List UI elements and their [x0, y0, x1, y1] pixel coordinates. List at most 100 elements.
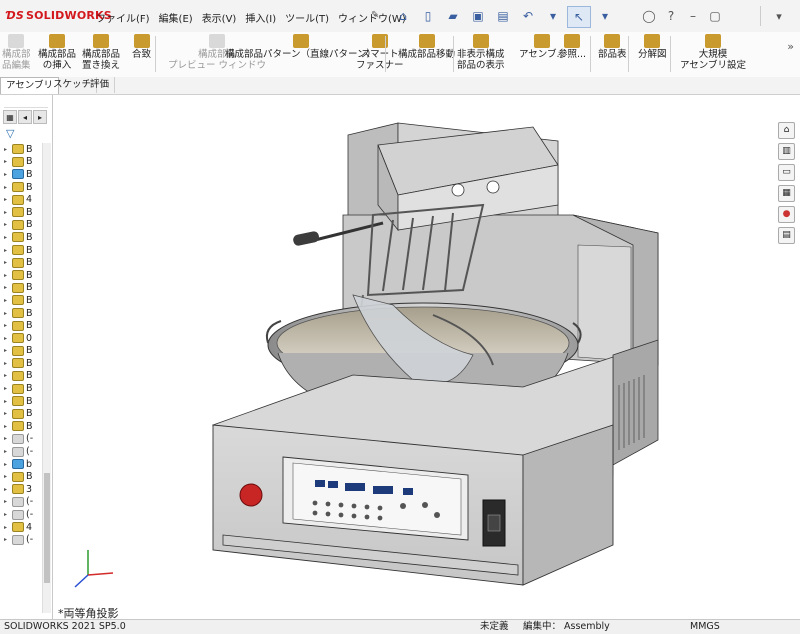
search-dropdown-icon[interactable]: ▾ — [760, 6, 797, 26]
expand-arrow-icon[interactable]: ▸ — [4, 158, 10, 165]
view-palette-icon[interactable]: ▦ — [778, 185, 795, 202]
cooking-machine-model[interactable] — [53, 95, 775, 619]
tree-row[interactable]: ▸ B — [4, 244, 40, 257]
select-icon[interactable]: ↖ — [567, 6, 591, 28]
ribbon-button[interactable]: 非表示構成 部品の表示 — [457, 32, 505, 77]
expand-arrow-icon[interactable]: ▸ — [4, 184, 10, 191]
ribbon-button[interactable]: 構成部品パターン（直線パターン） — [225, 32, 376, 77]
tree-row[interactable]: ▸ B — [4, 470, 40, 483]
tree-row[interactable]: ▸ (- — [4, 445, 40, 458]
restore-icon[interactable]: ▢ — [706, 7, 724, 25]
tree-row[interactable]: ▸ (- — [4, 533, 40, 546]
menu-item[interactable]: 編集(E) — [159, 10, 193, 25]
ribbon-button[interactable]: 部品表 — [598, 32, 627, 77]
tree-row[interactable]: ▸ (- — [4, 433, 40, 446]
undo-icon[interactable]: ↶ — [517, 6, 539, 26]
expand-arrow-icon[interactable]: ▸ — [4, 385, 10, 392]
user-icon[interactable]: ◯ — [640, 7, 658, 25]
tree-row[interactable]: ▸ B — [4, 294, 40, 307]
filter-icon[interactable]: ▽ — [6, 127, 14, 140]
redo-icon[interactable]: ▾ — [542, 6, 564, 26]
ribbon-button[interactable]: 合致 — [132, 32, 151, 77]
help-circle-icon[interactable]: ? — [662, 7, 680, 25]
expand-arrow-icon[interactable]: ▸ — [4, 209, 10, 216]
tree-row[interactable]: ▸ B — [4, 168, 40, 181]
home-icon[interactable]: ⌂ — [392, 6, 414, 26]
tree-row[interactable]: ▸ B — [4, 345, 40, 358]
expand-arrow-icon[interactable]: ▸ — [4, 448, 10, 455]
panel-next-icon[interactable]: ▸ — [33, 110, 47, 124]
expand-arrow-icon[interactable]: ▸ — [4, 221, 10, 228]
feature-tree-tab-icon[interactable]: ▦ — [3, 110, 17, 124]
tree-row[interactable]: ▸ B — [4, 319, 40, 332]
tree-row[interactable]: ▸ B — [4, 256, 40, 269]
scroll-thumb[interactable] — [44, 473, 50, 583]
save-icon[interactable]: ▣ — [467, 6, 489, 26]
tree-row[interactable]: ▸ (- — [4, 496, 40, 509]
menu-item[interactable]: ファイル(F) — [96, 10, 150, 25]
appearances-tab-icon[interactable]: ● — [778, 206, 795, 223]
expand-arrow-icon[interactable]: ▸ — [4, 511, 10, 518]
graphics-area[interactable] — [53, 95, 775, 619]
ribbon-button[interactable]: 大規模 アセンブリ設定 — [680, 32, 746, 77]
tree-row[interactable]: ▸ B — [4, 407, 40, 420]
ribbon-button[interactable]: 分解図 — [638, 32, 667, 77]
expand-arrow-icon[interactable]: ▸ — [4, 310, 10, 317]
ribbon-button[interactable]: 構成部 品編集 — [2, 32, 31, 77]
tree-row[interactable]: ▸ b — [4, 458, 40, 471]
tree-row[interactable]: ▸ 4 — [4, 521, 40, 534]
expand-arrow-icon[interactable]: ▸ — [4, 372, 10, 379]
panel-prev-icon[interactable]: ◂ — [18, 110, 32, 124]
tree-row[interactable]: ▸ B — [4, 420, 40, 433]
menu-item[interactable]: 表示(V) — [202, 10, 237, 25]
expand-arrow-icon[interactable]: ▸ — [4, 335, 10, 342]
expand-arrow-icon[interactable]: ▸ — [4, 486, 10, 493]
panel-grip[interactable] — [4, 97, 48, 108]
expand-arrow-icon[interactable]: ▸ — [4, 347, 10, 354]
expand-arrow-icon[interactable]: ▸ — [4, 247, 10, 254]
tree-row[interactable]: ▸ 4 — [4, 193, 40, 206]
tree-scrollbar[interactable] — [42, 143, 51, 613]
expand-arrow-icon[interactable]: ▸ — [4, 410, 10, 417]
resources-icon[interactable]: ▥ — [778, 143, 795, 160]
tree-row[interactable]: ▸ B — [4, 143, 40, 156]
expand-arrow-icon[interactable]: ▸ — [4, 284, 10, 291]
ribbon-button[interactable]: 構成部品 置き換え — [82, 32, 120, 77]
tree-row[interactable]: ▸ B — [4, 156, 40, 169]
tree-row[interactable]: ▸ 0 — [4, 332, 40, 345]
expand-arrow-icon[interactable]: ▸ — [4, 171, 10, 178]
expand-arrow-icon[interactable]: ▸ — [4, 322, 10, 329]
expand-arrow-icon[interactable]: ▸ — [4, 524, 10, 531]
tree-row[interactable]: ▸ B — [4, 219, 40, 232]
tree-row[interactable]: ▸ B — [4, 231, 40, 244]
expand-arrow-icon[interactable]: ▸ — [4, 234, 10, 241]
print-icon[interactable]: ▤ — [492, 6, 514, 26]
ribbon-button[interactable]: 構成部品移動 — [398, 32, 455, 77]
tree-row[interactable]: ▸ B — [4, 357, 40, 370]
expand-arrow-icon[interactable]: ▸ — [4, 146, 10, 153]
tree-row[interactable]: ▸ (- — [4, 508, 40, 521]
expand-arrow-icon[interactable]: ▸ — [4, 360, 10, 367]
file-explorer-icon[interactable]: ▭ — [778, 164, 795, 181]
menu-item[interactable]: 挿入(I) — [245, 10, 276, 25]
pin-icon[interactable]: ✎ — [371, 10, 379, 21]
ribbon-button[interactable]: 構成部品 の挿入 — [38, 32, 76, 77]
status-units[interactable]: MMGS — [690, 620, 720, 634]
tree-row[interactable]: ▸ 3 — [4, 483, 40, 496]
expand-arrow-icon[interactable]: ▸ — [4, 297, 10, 304]
tree-row[interactable]: ▸ B — [4, 206, 40, 219]
ribbon-button[interactable]: 参照... — [558, 32, 586, 77]
rebuild-icon[interactable]: ▾ — [594, 6, 616, 26]
minimize-icon[interactable]: – — [684, 7, 702, 25]
expand-arrow-icon[interactable]: ▸ — [4, 498, 10, 505]
new-document-icon[interactable]: ▯ — [417, 6, 439, 26]
ribbon-button[interactable]: スマート ファスナー — [356, 32, 404, 77]
expand-arrow-icon[interactable]: ▸ — [4, 272, 10, 279]
tree-row[interactable]: ▸ B — [4, 395, 40, 408]
custom-properties-icon[interactable]: ▤ — [778, 227, 795, 244]
expand-arrow-icon[interactable]: ▸ — [4, 473, 10, 480]
tree-row[interactable]: ▸ B — [4, 307, 40, 320]
tree-row[interactable]: ▸ B — [4, 382, 40, 395]
home-tab-icon[interactable]: ⌂ — [778, 122, 795, 139]
expand-arrow-icon[interactable]: ▸ — [4, 536, 10, 543]
